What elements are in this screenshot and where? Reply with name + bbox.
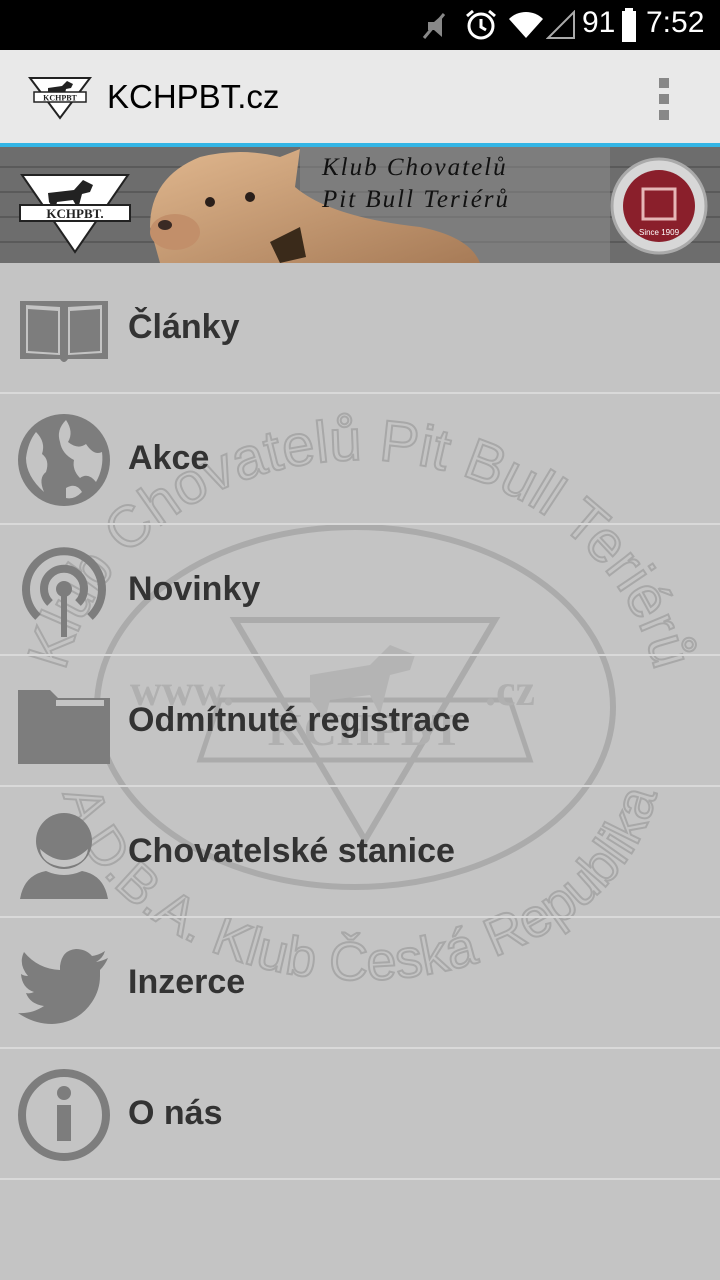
signal-icon: [546, 10, 575, 39]
wifi-icon: [509, 11, 543, 38]
menu-item-label: O nás: [128, 1094, 223, 1132]
adba-seal: Since 1909: [610, 157, 708, 255]
banner-logo-text: KCHPBT.: [46, 206, 103, 221]
globe-icon: [18, 414, 110, 506]
banner-title-line2: Pit Bull Teriérů: [321, 186, 510, 213]
menu-item-odmitnute-registrace[interactable]: Odmítnuté registrace: [0, 656, 720, 787]
menu-item-clanky[interactable]: Články: [0, 263, 720, 394]
alarm-icon: [466, 9, 496, 40]
nav-menu: Články Akce Novinky Odmítnuté registrace: [0, 263, 720, 1180]
menu-item-inzerce[interactable]: Inzerce: [0, 918, 720, 1049]
battery-level: 91: [582, 6, 616, 39]
menu-item-label: Akce: [128, 439, 210, 477]
battery-icon: [622, 8, 636, 42]
app-logo-text: KCHPBT: [43, 94, 77, 103]
app-logo[interactable]: KCHPBT: [26, 74, 94, 120]
person-icon: [20, 813, 108, 899]
book-icon: [20, 301, 108, 362]
menu-item-label: Články: [128, 308, 240, 346]
menu-item-chovatelske-stanice[interactable]: Chovatelské stanice: [0, 787, 720, 918]
status-bar: 91 7:52: [0, 0, 720, 50]
muted-icon: [422, 13, 446, 39]
action-bar: KCHPBT KCHPBT.cz: [0, 50, 720, 147]
menu-item-label: Chovatelské stanice: [128, 832, 455, 870]
menu-item-o-nas[interactable]: O nás: [0, 1049, 720, 1180]
header-banner: KCHPBT. Klub Chovatelů Pit Bull Teriérů …: [0, 147, 720, 263]
twitter-icon: [18, 949, 108, 1024]
menu-item-label: Odmítnuté registrace: [128, 701, 470, 739]
seal-text: Since 1909: [639, 228, 680, 237]
menu-item-akce[interactable]: Akce: [0, 394, 720, 525]
folder-icon: [18, 690, 110, 764]
overflow-menu-icon[interactable]: [650, 74, 680, 124]
info-icon: [18, 1069, 110, 1161]
app-title: KCHPBT.cz: [107, 78, 280, 115]
podcast-icon: [22, 547, 106, 637]
menu-item-label: Novinky: [128, 570, 261, 608]
banner-title-line1: Klub Chovatelů: [321, 154, 508, 181]
clock: 7:52: [646, 6, 705, 39]
menu-item-novinky[interactable]: Novinky: [0, 525, 720, 656]
menu-item-label: Inzerce: [128, 963, 246, 1001]
